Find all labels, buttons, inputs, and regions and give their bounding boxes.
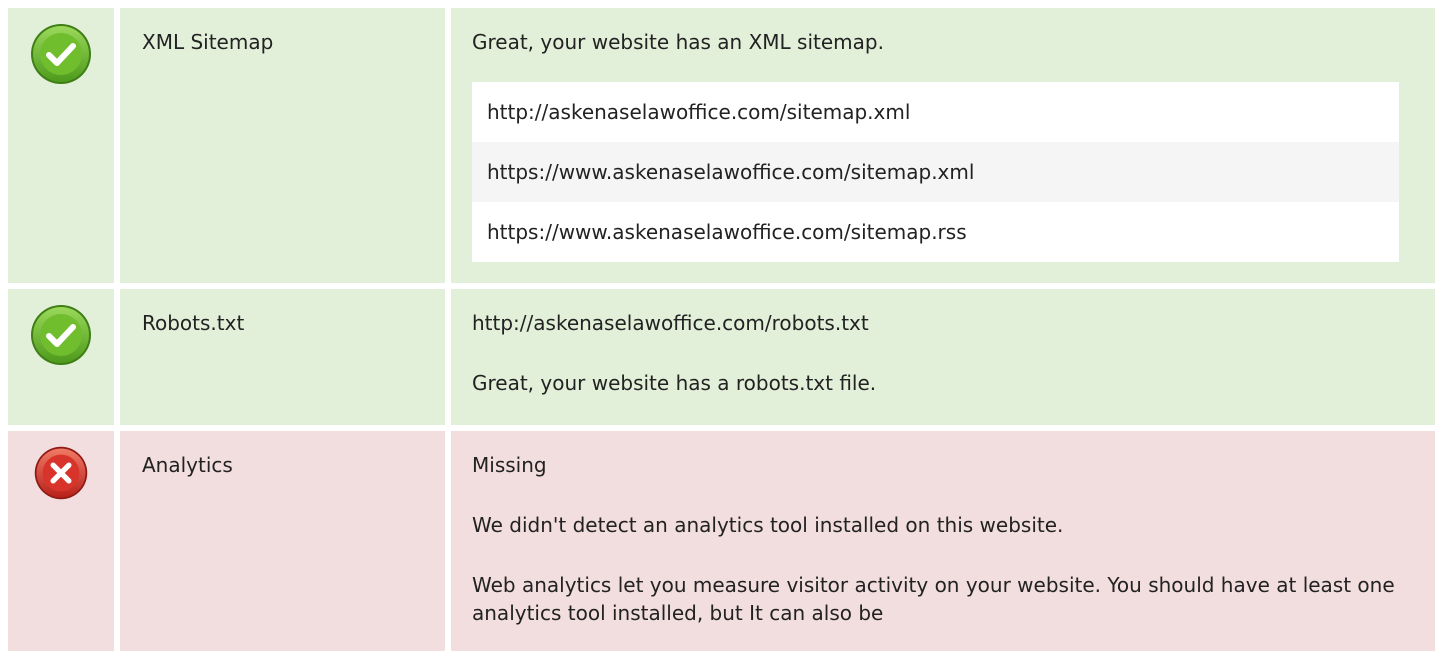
robots-url: http://askenaselawoffice.com/robots.txt <box>472 311 869 335</box>
cross-circle-icon <box>34 446 88 500</box>
check-row-analytics: Analytics Missing We didn't detect an an… <box>8 431 1435 651</box>
status-cell <box>8 289 114 425</box>
check-details: Great, your website has an XML sitemap. … <box>451 8 1435 283</box>
analytics-advice: Web analytics let you measure visitor ac… <box>472 573 1395 625</box>
check-details: http://askenaselawoffice.com/robots.txt … <box>451 289 1435 425</box>
check-circle-icon <box>31 305 91 365</box>
robots-message: Great, your website has a robots.txt fil… <box>472 371 877 395</box>
analytics-message: We didn't detect an analytics tool insta… <box>472 513 1064 537</box>
status-cell <box>8 8 114 283</box>
analytics-status: Missing <box>472 453 547 477</box>
sitemap-url-list: http://askenaselawoffice.com/sitemap.xml… <box>472 82 1399 262</box>
check-name: XML Sitemap <box>120 8 445 283</box>
check-name: Analytics <box>120 431 445 651</box>
sitemap-url: http://askenaselawoffice.com/sitemap.xml <box>472 82 1399 142</box>
check-row-robots-txt: Robots.txt http://askenaselawoffice.com/… <box>8 289 1435 425</box>
status-cell <box>8 431 114 651</box>
sitemap-message: Great, your website has an XML sitemap. <box>472 30 884 54</box>
sitemap-url: https://www.askenaselawoffice.com/sitema… <box>472 142 1399 202</box>
sitemap-url: https://www.askenaselawoffice.com/sitema… <box>472 202 1399 262</box>
check-row-xml-sitemap: XML Sitemap Great, your website has an X… <box>8 8 1435 283</box>
seo-report-table: XML Sitemap Great, your website has an X… <box>8 8 1435 657</box>
check-details: Missing We didn't detect an analytics to… <box>451 431 1435 651</box>
check-name: Robots.txt <box>120 289 445 425</box>
check-circle-icon <box>31 24 91 84</box>
